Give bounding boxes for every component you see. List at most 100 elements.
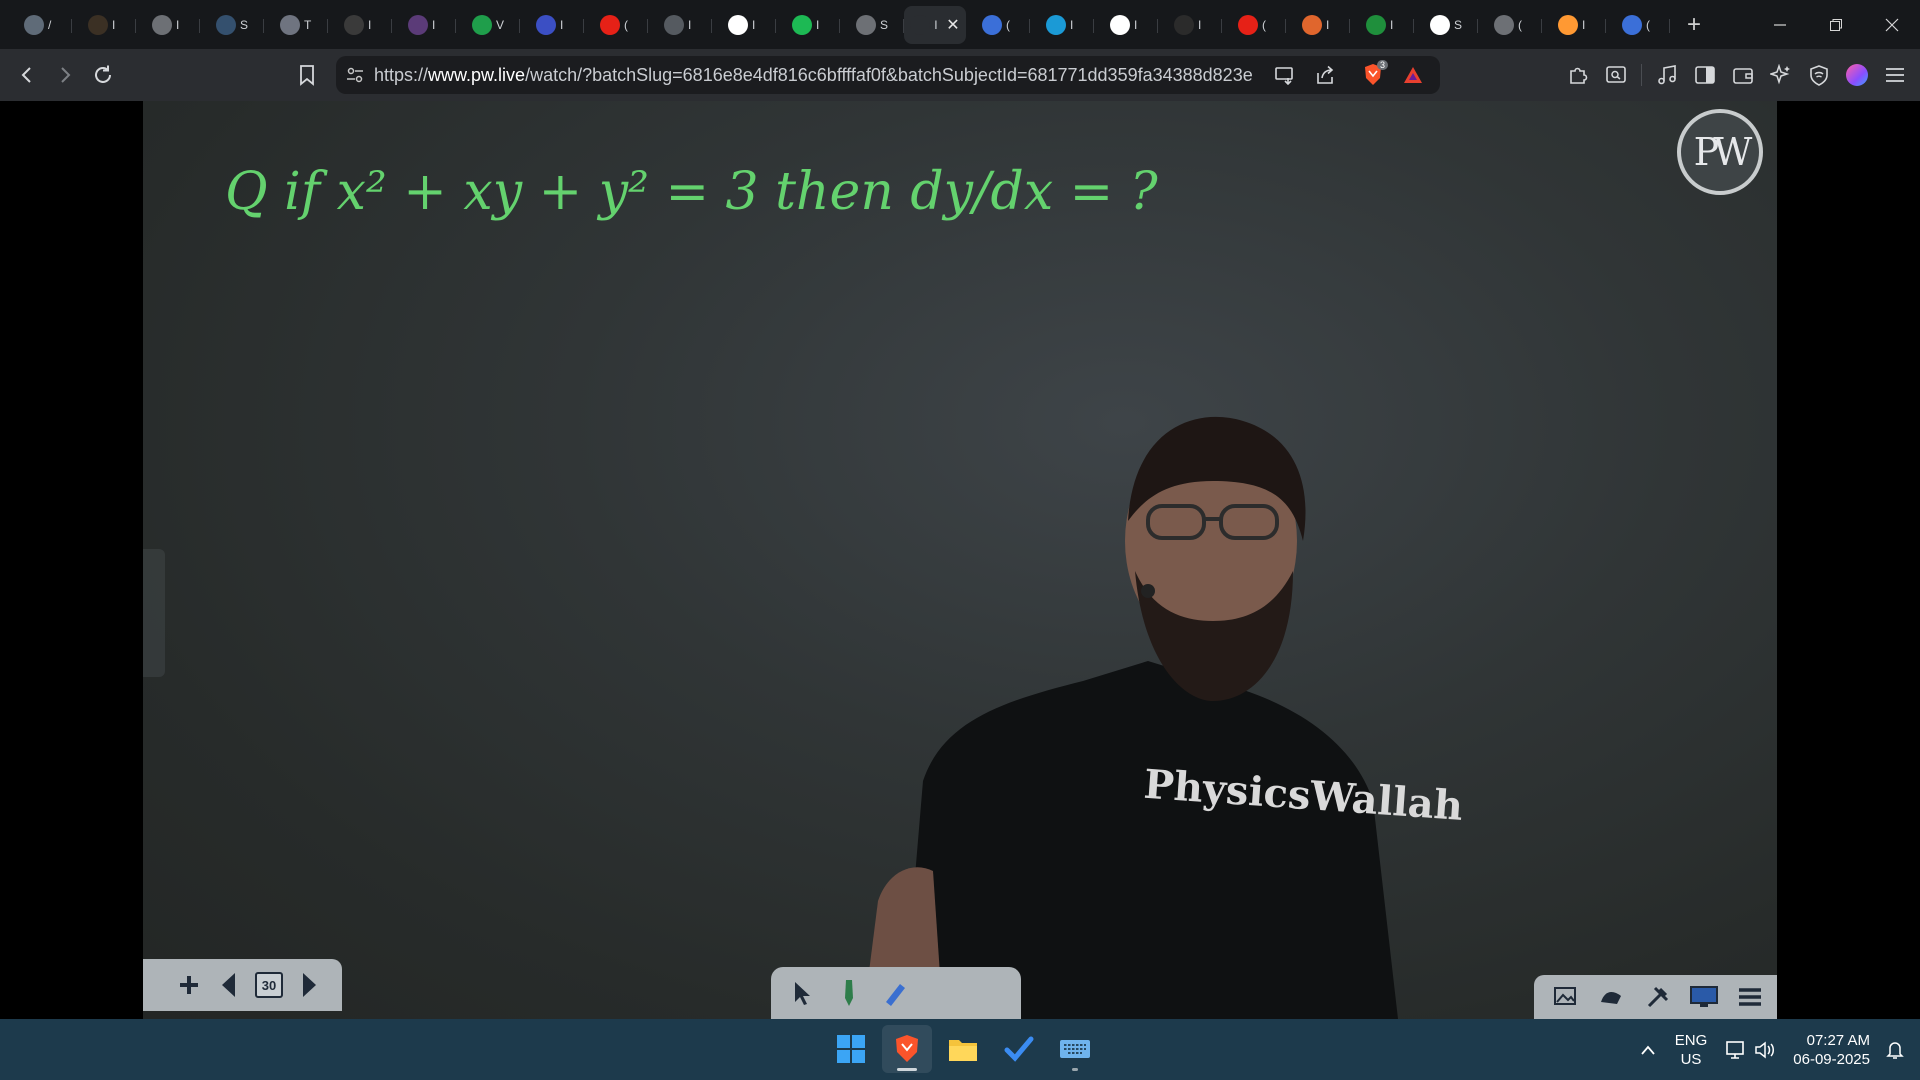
- menu-button[interactable]: [1876, 56, 1914, 94]
- sidebar-button[interactable]: [1686, 56, 1724, 94]
- wallet-button[interactable]: [1724, 56, 1762, 94]
- brave-rewards-button[interactable]: [1394, 56, 1432, 94]
- tab-title: /: [48, 17, 52, 32]
- spotify-icon: [792, 14, 812, 35]
- restore-button[interactable]: [1808, 0, 1864, 49]
- pointer-tool-button[interactable]: [787, 977, 819, 1009]
- tab-title: V: [496, 17, 504, 32]
- chat-bubble-icon: [24, 14, 44, 35]
- browser-tab[interactable]: I: [1350, 6, 1414, 44]
- url-text[interactable]: https://www.pw.live/watch/?batchSlug=681…: [374, 65, 1254, 86]
- display-button[interactable]: [1688, 981, 1720, 1013]
- extensions-button[interactable]: [1559, 56, 1597, 94]
- close-window-button[interactable]: [1864, 0, 1920, 49]
- tab-title: S: [880, 17, 888, 32]
- browser-tab[interactable]: I: [392, 6, 456, 44]
- site-settings-icon[interactable]: [336, 65, 374, 85]
- address-bar[interactable]: https://www.pw.live/watch/?batchSlug=681…: [336, 56, 1440, 94]
- browser-tab[interactable]: (: [1478, 6, 1542, 44]
- browser-tab[interactable]: I: [136, 6, 200, 44]
- share-button[interactable]: [1306, 56, 1344, 94]
- image-tool-button[interactable]: [1550, 981, 1582, 1013]
- google-icon: [1110, 14, 1130, 35]
- browser-tab[interactable]: I: [712, 6, 776, 44]
- browser-tab[interactable]: S: [840, 6, 904, 44]
- page-content: Q if x² + xy + y² = 3 then dy/dx = ? Phy…: [0, 101, 1920, 1019]
- bookmark-button[interactable]: [288, 56, 326, 94]
- taskbar-touch-keyboard[interactable]: [1050, 1025, 1100, 1073]
- monitor-icon: [1174, 14, 1194, 35]
- windows-logo-icon: [837, 1035, 865, 1063]
- browser-tab[interactable]: S: [1414, 6, 1478, 44]
- close-tab-icon[interactable]: ✕: [946, 15, 959, 35]
- toolbar-right-actions: [1559, 56, 1914, 94]
- toolbar-divider: [1641, 64, 1642, 86]
- cursor-arrow-icon: [795, 982, 810, 1005]
- browser-tab[interactable]: I: [328, 6, 392, 44]
- browser-tab[interactable]: I: [648, 6, 712, 44]
- sidebar-icon: [1695, 66, 1715, 84]
- input-language-indicator[interactable]: ENG US: [1675, 1031, 1708, 1069]
- add-page-button[interactable]: [173, 969, 205, 1001]
- browser-tab[interactable]: T: [264, 6, 328, 44]
- clock-button[interactable]: 07:27 AM 06-09-2025: [1793, 1031, 1870, 1069]
- browser-toolbar: https://www.pw.live/watch/?batchSlug=681…: [0, 49, 1920, 101]
- gemini-icon: [1622, 14, 1642, 35]
- back-button[interactable]: [8, 56, 46, 94]
- next-page-button[interactable]: [293, 969, 325, 1001]
- browser-tab[interactable]: I ✕: [904, 5, 966, 44]
- browser-tab[interactable]: I: [1030, 6, 1094, 44]
- previous-page-button[interactable]: [213, 969, 245, 1001]
- browser-tab[interactable]: I: [1094, 6, 1158, 44]
- brave-shields-button[interactable]: 3: [1354, 56, 1392, 94]
- tab-strip: / I I S T I I V I(I I I S I ✕(I I I(I I S(I(+: [0, 0, 1920, 49]
- youtube-icon: [1238, 14, 1258, 35]
- tab-title: S: [1454, 17, 1462, 32]
- show-hidden-icons-button[interactable]: [1633, 1044, 1663, 1056]
- taskbar-brave-browser[interactable]: [882, 1025, 932, 1073]
- browser-tab[interactable]: /: [8, 6, 72, 44]
- media-button[interactable]: [1648, 56, 1686, 94]
- minimize-button[interactable]: [1752, 0, 1808, 49]
- reload-button[interactable]: [84, 56, 122, 94]
- browser-tab[interactable]: I: [1542, 6, 1606, 44]
- volume-button[interactable]: [1751, 1040, 1781, 1060]
- tools-button[interactable]: [1642, 981, 1674, 1013]
- taskbar-file-explorer[interactable]: [938, 1025, 988, 1073]
- hamburger-menu-icon: [1886, 68, 1904, 82]
- side-panel-handle[interactable]: [143, 549, 165, 677]
- network-button[interactable]: [1721, 1040, 1751, 1060]
- profile-button[interactable]: [1838, 56, 1876, 94]
- page-search-button[interactable]: [1597, 56, 1635, 94]
- browser-tab[interactable]: V: [456, 6, 520, 44]
- tab-title: I: [1390, 17, 1394, 32]
- notifications-button[interactable]: [1880, 1040, 1910, 1060]
- browser-tab[interactable]: I: [1158, 6, 1222, 44]
- video-player[interactable]: Q if x² + xy + y² = 3 then dy/dx = ? Phy…: [143, 101, 1777, 1019]
- pen-tool-button[interactable]: [833, 977, 865, 1009]
- whiteboard-menu-button[interactable]: [1734, 981, 1766, 1013]
- monitor-icon: [1690, 986, 1718, 1007]
- shapes-tool-button[interactable]: [1596, 981, 1628, 1013]
- browser-tab[interactable]: I: [520, 6, 584, 44]
- taskbar-todo[interactable]: [994, 1025, 1044, 1073]
- new-tab-button[interactable]: +: [1674, 6, 1714, 44]
- ml-logo-icon: [344, 14, 364, 35]
- page-counter-button[interactable]: 30: [253, 969, 285, 1001]
- vpn-button[interactable]: [1800, 56, 1838, 94]
- browser-tab[interactable]: I: [776, 6, 840, 44]
- leo-ai-button[interactable]: [1762, 56, 1800, 94]
- browser-tab[interactable]: I: [1286, 6, 1350, 44]
- install-app-button[interactable]: [1266, 56, 1304, 94]
- browser-tab[interactable]: (: [1606, 6, 1670, 44]
- browser-tab[interactable]: (: [584, 6, 648, 44]
- highlighter-tool-button[interactable]: [879, 977, 911, 1009]
- browser-tab[interactable]: (: [1222, 6, 1286, 44]
- browser-tab[interactable]: (: [966, 6, 1030, 44]
- forward-button[interactable]: [46, 56, 84, 94]
- browser-tab[interactable]: S: [200, 6, 264, 44]
- highlighter-icon: [886, 984, 905, 1006]
- browser-tab[interactable]: I: [72, 6, 136, 44]
- clock-date: 06-09-2025: [1793, 1050, 1870, 1068]
- start-button[interactable]: [826, 1025, 876, 1073]
